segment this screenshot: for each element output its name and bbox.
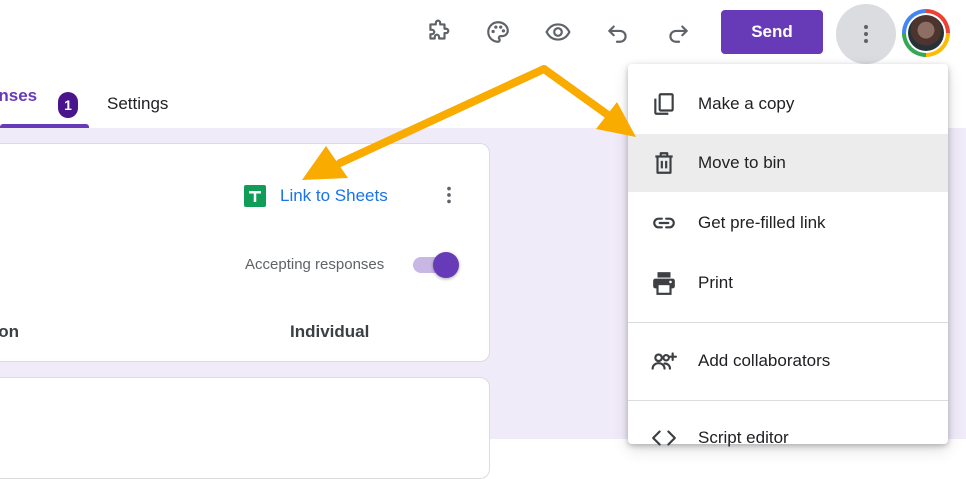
more-vert-icon[interactable] xyxy=(836,4,896,64)
avatar-frame xyxy=(906,13,946,53)
print-icon xyxy=(650,269,678,297)
menu-item-add-collaborators[interactable]: Add collaborators xyxy=(628,332,948,390)
trash-icon xyxy=(650,149,678,177)
subtab-question[interactable]: estion xyxy=(0,322,19,342)
undo-icon[interactable] xyxy=(598,12,638,52)
send-button[interactable]: Send xyxy=(721,10,823,54)
add-people-icon xyxy=(650,347,678,375)
avatar-photo xyxy=(908,15,944,51)
menu-item-move-to-bin[interactable]: Move to bin xyxy=(628,134,948,192)
menu-item-label: Add collaborators xyxy=(698,351,831,370)
menu-item-label: Script editor xyxy=(698,428,789,447)
preview-eye-icon[interactable] xyxy=(538,12,578,52)
subtab-individual[interactable]: Individual xyxy=(290,322,369,342)
link-to-sheets-button[interactable]: Link to Sheets xyxy=(243,184,388,208)
redo-icon[interactable] xyxy=(658,12,698,52)
response-card-secondary xyxy=(0,377,490,479)
menu-divider xyxy=(628,322,948,323)
menu-item-print[interactable]: Print xyxy=(628,254,948,312)
menu-item-label: Get pre-filled link xyxy=(698,213,826,232)
addon-icon[interactable] xyxy=(418,12,458,52)
sheets-icon xyxy=(244,185,266,207)
menu-item-label: Make a copy xyxy=(698,94,795,113)
more-options-menu: Make a copy Move to bin Get pre-filled l… xyxy=(628,64,948,447)
menu-item-label: Print xyxy=(698,273,733,292)
avatar[interactable] xyxy=(902,9,950,57)
link-to-sheets-label: Link to Sheets xyxy=(280,186,388,205)
menu-item-label: Move to bin xyxy=(698,153,786,172)
card-more-vert-icon[interactable] xyxy=(437,182,461,208)
menu-item-make-copy[interactable]: Make a copy xyxy=(628,75,948,133)
code-icon xyxy=(650,424,678,452)
tab-responses[interactable]: onses xyxy=(0,86,37,106)
palette-icon[interactable] xyxy=(478,12,518,52)
link-icon xyxy=(650,209,678,237)
top-toolbar: Send xyxy=(0,0,966,66)
toggle-knob[interactable] xyxy=(433,252,459,278)
accepting-responses-label: Accepting responses xyxy=(245,256,385,273)
responses-summary-card: Link to Sheets Accepting responses estio… xyxy=(0,143,490,362)
copy-icon xyxy=(650,90,678,118)
menu-item-script-editor[interactable]: Script editor xyxy=(628,409,948,467)
tab-settings[interactable]: Settings xyxy=(107,94,168,114)
responses-count-badge: 1 xyxy=(58,92,78,118)
menu-item-prefilled-link[interactable]: Get pre-filled link xyxy=(628,194,948,252)
menu-divider xyxy=(628,400,948,401)
